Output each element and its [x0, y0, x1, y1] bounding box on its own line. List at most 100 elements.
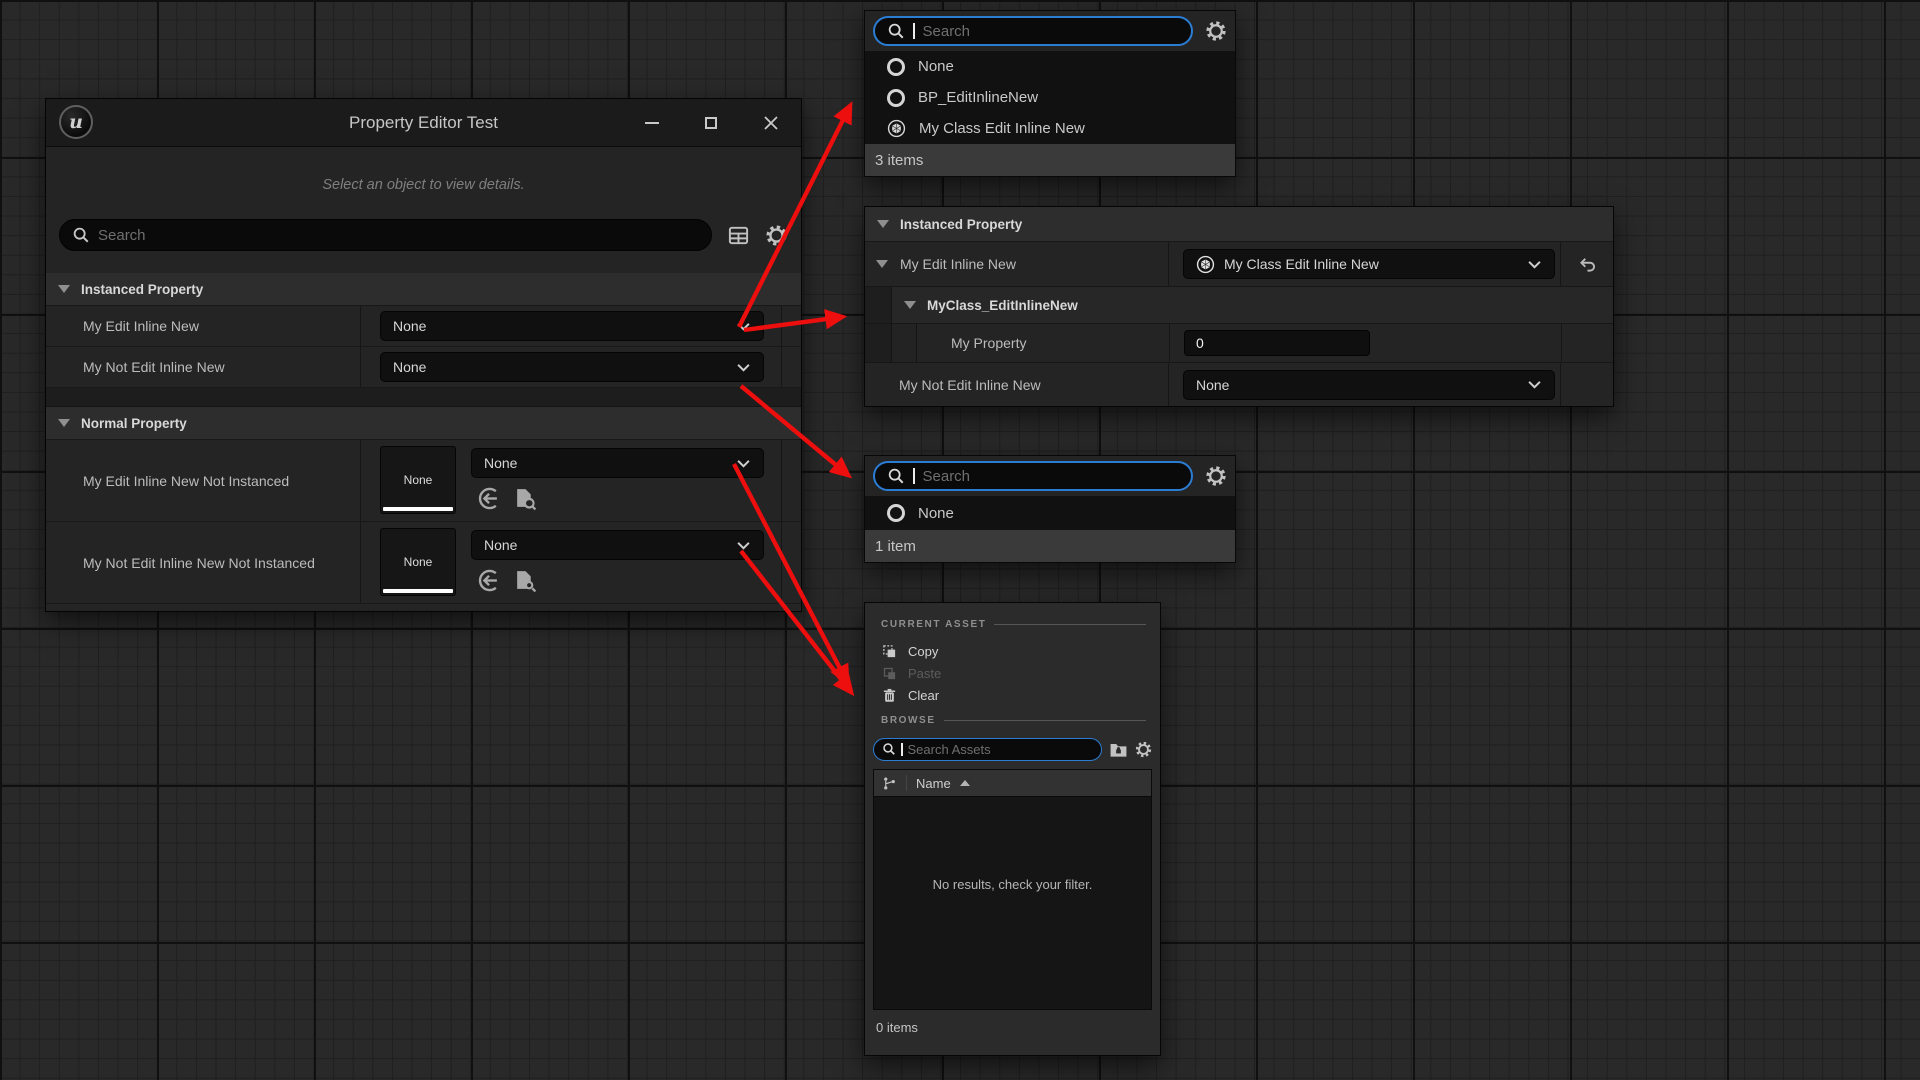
indent-gutter — [892, 324, 917, 362]
indent-gutter — [865, 287, 892, 323]
details-empty-hint: Select an object to view details. — [46, 177, 801, 193]
class-picker-search-input[interactable] — [923, 23, 1180, 40]
row-my-not-edit-inline-new-expanded: My Not Edit Inline New None — [865, 363, 1613, 406]
paste-icon — [882, 666, 897, 681]
native-class-icon — [887, 119, 906, 138]
unreal-editor-viewport: u Property Editor Test Select an object … — [0, 0, 1920, 1080]
settings-gear-icon[interactable] — [765, 224, 788, 247]
paste-menu-item[interactable]: Paste — [865, 662, 1160, 684]
browse-group-label: BROWSE — [865, 712, 1160, 728]
class-option-my-class-edit-inline-new[interactable]: My Class Edit Inline New — [865, 113, 1235, 144]
chevron-down-icon — [736, 541, 751, 550]
maximize-icon[interactable] — [705, 117, 717, 129]
asset-count: 0 items — [865, 1012, 1160, 1042]
row-my-property: My Property 0 — [865, 324, 1613, 363]
trash-icon — [882, 688, 897, 703]
current-asset-group-label: CURRENT ASSET — [865, 616, 1160, 632]
class-picker-popup: None BP_EditInlineNew My Class Edit Inli… — [864, 10, 1236, 177]
chevron-down-icon — [736, 322, 751, 331]
section-gap — [46, 388, 801, 407]
native-class-icon — [1196, 255, 1215, 274]
class-picker-search-input[interactable] — [923, 468, 1180, 485]
my-edit-inline-new-combobox[interactable]: None — [380, 311, 764, 341]
class-option-none[interactable]: None — [865, 496, 1235, 530]
asset-combobox[interactable]: None — [471, 448, 764, 478]
minimize-icon[interactable] — [645, 122, 659, 124]
name-column-header[interactable]: Name — [916, 776, 951, 791]
class-option-bp-editinlinenew[interactable]: BP_EditInlineNew — [865, 82, 1235, 113]
asset-list-body[interactable]: No results, check your filter. — [874, 797, 1151, 1009]
property-editor-test-window: u Property Editor Test Select an object … — [45, 98, 802, 612]
not-instanced-class-combobox[interactable]: None — [1183, 370, 1555, 400]
search-icon — [887, 22, 905, 40]
class-picker-search-bar[interactable] — [873, 461, 1193, 491]
class-picker-count: 3 items — [865, 144, 1235, 176]
expander-icon[interactable] — [58, 419, 70, 427]
view-options-icon[interactable] — [727, 224, 750, 247]
asset-list-header[interactable]: Name — [874, 770, 1151, 797]
chevron-down-icon — [1527, 260, 1542, 269]
expander-icon[interactable] — [876, 260, 888, 268]
use-selected-asset-icon[interactable] — [475, 568, 500, 593]
copy-menu-item[interactable]: Copy — [865, 640, 1160, 662]
section-instanced-property[interactable]: Instanced Property — [46, 273, 801, 306]
instanced-class-combobox[interactable]: My Class Edit Inline New — [1183, 249, 1555, 279]
search-icon — [887, 467, 905, 485]
class-circle-icon — [887, 89, 905, 107]
settings-gear-icon[interactable] — [1205, 20, 1227, 42]
text-caret — [913, 23, 915, 39]
chevron-down-icon — [736, 459, 751, 468]
expander-icon[interactable] — [877, 220, 889, 228]
section-normal-property[interactable]: Normal Property — [46, 407, 801, 440]
asset-thumbnail[interactable]: None — [380, 528, 456, 596]
class-picker-search-bar[interactable] — [873, 16, 1193, 46]
details-search-bar[interactable] — [59, 219, 712, 251]
expander-icon[interactable] — [904, 301, 916, 309]
search-icon — [72, 226, 90, 244]
class-picker-popup-single: None 1 item — [864, 455, 1236, 563]
row-my-not-edit-inline-new-not-instanced: My Not Edit Inline New Not Instanced Non… — [46, 522, 801, 604]
settings-gear-icon[interactable] — [1205, 465, 1227, 487]
row-my-edit-inline-new-expanded: My Edit Inline New My Class Edit Inline … — [865, 242, 1613, 287]
reset-to-default-icon[interactable] — [1577, 254, 1598, 275]
window-titlebar[interactable]: u Property Editor Test — [46, 99, 801, 147]
clear-menu-item[interactable]: Clear — [865, 684, 1160, 706]
asset-combobox[interactable]: None — [471, 530, 764, 560]
chevron-down-icon — [1527, 380, 1542, 389]
indent-gutter — [865, 324, 892, 362]
class-option-none[interactable]: None — [865, 51, 1235, 82]
my-property-number-input[interactable]: 0 — [1184, 330, 1370, 356]
copy-icon — [882, 644, 897, 659]
settings-gear-icon[interactable] — [1135, 741, 1152, 758]
text-caret — [913, 468, 915, 484]
folder-icon[interactable] — [1109, 741, 1128, 758]
class-circle-icon — [887, 504, 905, 522]
expander-icon[interactable] — [58, 285, 70, 293]
no-results-message: No results, check your filter. — [874, 877, 1151, 892]
chevron-down-icon — [736, 363, 751, 372]
section-instanced-property-expanded[interactable]: Instanced Property — [865, 207, 1613, 242]
class-circle-icon — [887, 58, 905, 76]
asset-list: Name No results, check your filter. — [873, 769, 1152, 1010]
use-selected-asset-icon[interactable] — [475, 486, 500, 511]
row-my-edit-inline-new: My Edit Inline New None — [46, 306, 801, 347]
asset-search-input[interactable] — [908, 742, 1094, 757]
row-my-not-edit-inline-new: My Not Edit Inline New None — [46, 347, 801, 388]
details-search-input[interactable] — [98, 227, 699, 244]
my-not-edit-inline-new-combobox[interactable]: None — [380, 352, 764, 382]
column-settings-icon[interactable] — [882, 776, 897, 791]
search-icon — [882, 742, 896, 756]
subobject-header-row: MyClass_EditInlineNew — [865, 287, 1613, 324]
asset-search-bar[interactable] — [873, 738, 1102, 761]
sort-ascending-icon — [960, 780, 970, 786]
browse-to-asset-icon[interactable] — [513, 486, 538, 511]
subobject-header[interactable]: MyClass_EditInlineNew — [892, 287, 1613, 323]
asset-thumbnail[interactable]: None — [380, 446, 456, 514]
row-my-edit-inline-new-not-instanced: My Edit Inline New Not Instanced None No… — [46, 440, 801, 522]
close-icon[interactable] — [763, 115, 779, 131]
details-expanded-panel: Instanced Property My Edit Inline New My… — [864, 206, 1614, 407]
text-caret — [901, 743, 903, 756]
asset-picker-popup: CURRENT ASSET Copy Paste Clear BROWSE — [864, 602, 1161, 1056]
browse-to-asset-icon[interactable] — [513, 568, 538, 593]
class-picker-count: 1 item — [865, 530, 1235, 562]
